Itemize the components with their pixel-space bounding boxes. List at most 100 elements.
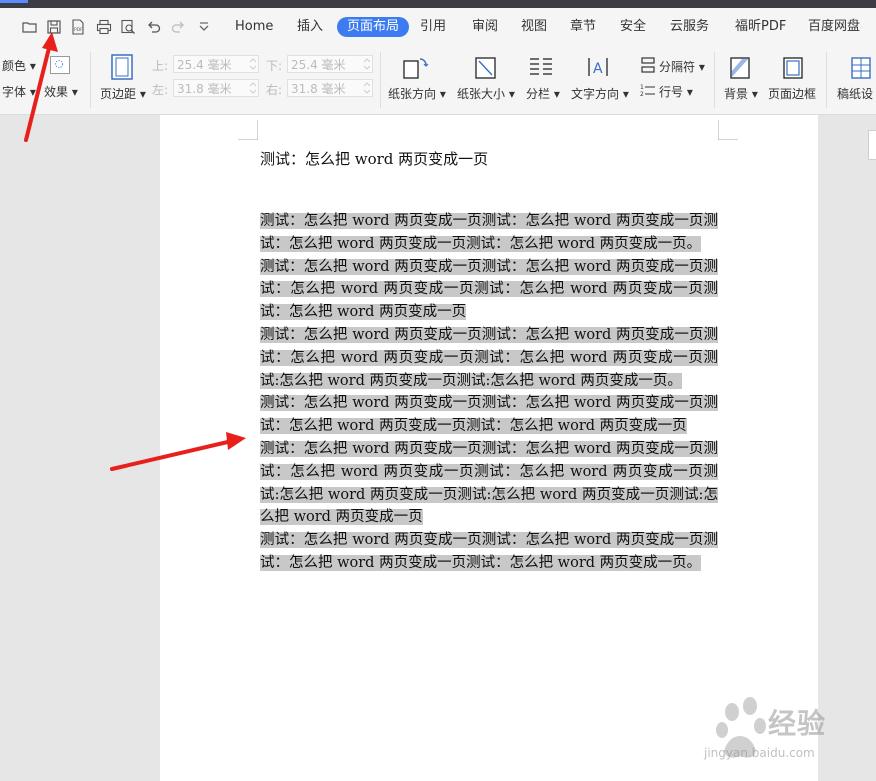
separator-button[interactable]: 分隔符 ▾ (659, 58, 705, 75)
print-preview-icon[interactable] (118, 17, 138, 37)
left-margin-input[interactable]: 31.8 毫米 (173, 79, 259, 97)
columns-icon[interactable] (528, 56, 554, 82)
selected-text[interactable]: 测试：怎么把 word 两页变成一页测试：怎么把 word 两页变成一页测试：怎… (260, 258, 718, 321)
selected-text[interactable]: 测试：怎么把 word 两页变成一页测试：怎么把 word 两页变成一页测试：怎… (260, 213, 718, 252)
tab-view[interactable]: 视图 (519, 17, 549, 37)
page-border-button[interactable]: 页面边框 (768, 85, 816, 102)
svg-text:PDF: PDF (74, 27, 83, 33)
ribbon-separator (90, 52, 91, 108)
columns-label: 分栏 (526, 87, 551, 101)
ribbon-separator (826, 52, 827, 108)
background-button[interactable]: 背景 ▾ (724, 85, 758, 102)
svg-text:1: 1 (640, 84, 644, 91)
ribbon-toolbar: 颜色 ▾ 字体 ▾ 效果 ▾ 页边距 ▾ 上: 25.4 毫米 左: 31.8 … (0, 46, 876, 115)
svg-text:2: 2 (640, 91, 644, 98)
open-icon[interactable] (20, 17, 40, 37)
paper-orientation-icon[interactable] (402, 56, 430, 84)
tab-security[interactable]: 安全 (618, 17, 648, 37)
paper-size-label: 纸张大小 (457, 87, 506, 101)
bottom-margin-input[interactable]: 25.4 毫米 (287, 55, 373, 73)
top-margin-label: 上: (152, 59, 169, 73)
top-margin-value: 25.4 毫米 (177, 58, 232, 72)
columns-button[interactable]: 分栏 ▾ (526, 85, 560, 102)
tab-references[interactable]: 引用 (418, 17, 448, 37)
document-paragraph[interactable]: 测试：怎么把 word 两页变成一页测试：怎么把 word 两页变成一页测试：怎… (260, 529, 718, 575)
background-label: 背景 (724, 87, 749, 101)
spinner-arrows-icon[interactable] (250, 57, 256, 71)
watermark-brand: 经验 (768, 707, 827, 740)
top-margin-input[interactable]: 25.4 毫米 (173, 55, 259, 73)
margin-label: 页边距 (100, 87, 137, 101)
background-icon[interactable] (729, 56, 751, 84)
side-panel-handle[interactable] (868, 130, 876, 160)
window-top-strip (0, 0, 876, 8)
tab-chapter[interactable]: 章节 (568, 17, 598, 37)
paper-size-icon[interactable] (474, 56, 498, 84)
orientation-label: 纸张方向 (388, 87, 437, 101)
page-corner-mark (718, 120, 738, 140)
redo-icon[interactable] (168, 17, 188, 37)
ribbon-separator (380, 52, 381, 108)
line-number-button[interactable]: 行号 ▾ (659, 83, 693, 100)
ribbon-separator (714, 52, 715, 108)
effect-label: 效果 (44, 85, 69, 99)
paper-orientation-button[interactable]: 纸张方向 ▾ (388, 85, 446, 102)
right-margin-label: 右: (266, 83, 283, 97)
page-margin-button[interactable]: 页边距 ▾ (100, 85, 146, 102)
line-number-icon[interactable]: 12 (640, 82, 656, 102)
pdf-icon[interactable]: PDF (68, 17, 88, 37)
tab-insert[interactable]: 插入 (295, 17, 325, 37)
theme-font-button[interactable]: 字体 ▾ (2, 83, 36, 100)
document-body[interactable]: 测试：怎么把 word 两页变成一页测试：怎么把 word 两页变成一页测试：怎… (260, 210, 718, 575)
tab-cloud-service[interactable]: 云服务 (668, 17, 711, 37)
bottom-margin-label: 下: (266, 59, 283, 73)
spinner-arrows-icon[interactable] (250, 81, 256, 95)
theme-effect-button[interactable]: 效果 ▾ (44, 83, 78, 100)
page-corner-mark (238, 120, 258, 140)
document-paragraph[interactable]: 测试：怎么把 word 两页变成一页测试：怎么把 word 两页变成一页测试：怎… (260, 256, 718, 324)
draft-paper-icon[interactable] (850, 56, 872, 84)
tab-page-layout[interactable]: 页面布局 (337, 17, 410, 37)
document-paragraph[interactable]: 测试：怎么把 word 两页变成一页测试：怎么把 word 两页变成一页测试：怎… (260, 324, 718, 392)
menu-bar: PDF Home 插入 页面布局 引用 审阅 视图 章节 安全 云服务 福昕PD… (0, 8, 876, 46)
text-direction-button[interactable]: 文字方向 ▾ (571, 85, 629, 102)
left-margin-label: 左: (152, 83, 169, 97)
separator-icon[interactable] (640, 57, 656, 77)
save-icon[interactable] (44, 17, 64, 37)
font-label: 字体 (2, 85, 27, 99)
spinner-arrows-icon[interactable] (364, 81, 370, 95)
tab-home[interactable]: Home (233, 17, 275, 37)
tab-foxit-pdf[interactable]: 福昕PDF (733, 17, 788, 37)
document-title-line[interactable]: 测试：怎么把 word 两页变成一页 (260, 148, 488, 169)
right-margin-input[interactable]: 31.8 毫米 (287, 79, 373, 97)
separator-label: 分隔符 (659, 60, 696, 74)
selected-text[interactable]: 测试：怎么把 word 两页变成一页测试：怎么把 word 两页变成一页测试：怎… (260, 532, 718, 571)
paper-size-button[interactable]: 纸张大小 ▾ (457, 85, 515, 102)
document-paragraph[interactable]: 测试：怎么把 word 两页变成一页测试：怎么把 word 两页变成一页测试：怎… (260, 210, 718, 256)
selected-text[interactable]: 测试：怎么把 word 两页变成一页测试：怎么把 word 两页变成一页测试：怎… (260, 326, 718, 389)
svg-text:A: A (593, 61, 603, 77)
watermark-url: jingyan.baidu.com (704, 746, 815, 760)
tab-review[interactable]: 审阅 (470, 17, 500, 37)
tab-accent (0, 0, 28, 3)
document-paragraph[interactable]: 测试：怎么把 word 两页变成一页测试：怎么把 word 两页变成一页测试：怎… (260, 438, 718, 529)
undo-icon[interactable] (144, 17, 164, 37)
page-margin-icon[interactable] (110, 54, 134, 84)
text-direction-label: 文字方向 (571, 87, 620, 101)
effect-icon[interactable] (50, 56, 70, 74)
selected-text[interactable]: 测试：怎么把 word 两页变成一页测试：怎么把 word 两页变成一页测试：怎… (260, 440, 718, 526)
page-border-icon[interactable] (782, 56, 804, 84)
text-direction-icon[interactable]: A (586, 56, 612, 84)
document-paragraph[interactable]: 测试：怎么把 word 两页变成一页测试：怎么把 word 两页变成一页测试：怎… (260, 392, 718, 438)
color-label: 颜色 (2, 59, 27, 73)
selected-text[interactable]: 测试：怎么把 word 两页变成一页测试：怎么把 word 两页变成一页测试：怎… (260, 395, 718, 435)
line-number-label: 行号 (659, 85, 684, 99)
bottom-margin-value: 25.4 毫米 (291, 58, 346, 72)
customize-dropdown-icon[interactable] (194, 17, 214, 37)
theme-color-button[interactable]: 颜色 ▾ (2, 57, 36, 74)
right-margin-value: 31.8 毫米 (291, 82, 346, 96)
tab-baidu-netdisk[interactable]: 百度网盘 (806, 17, 862, 37)
spinner-arrows-icon[interactable] (364, 57, 370, 71)
print-icon[interactable] (94, 17, 114, 37)
draft-paper-button[interactable]: 稿纸设 (837, 85, 873, 102)
